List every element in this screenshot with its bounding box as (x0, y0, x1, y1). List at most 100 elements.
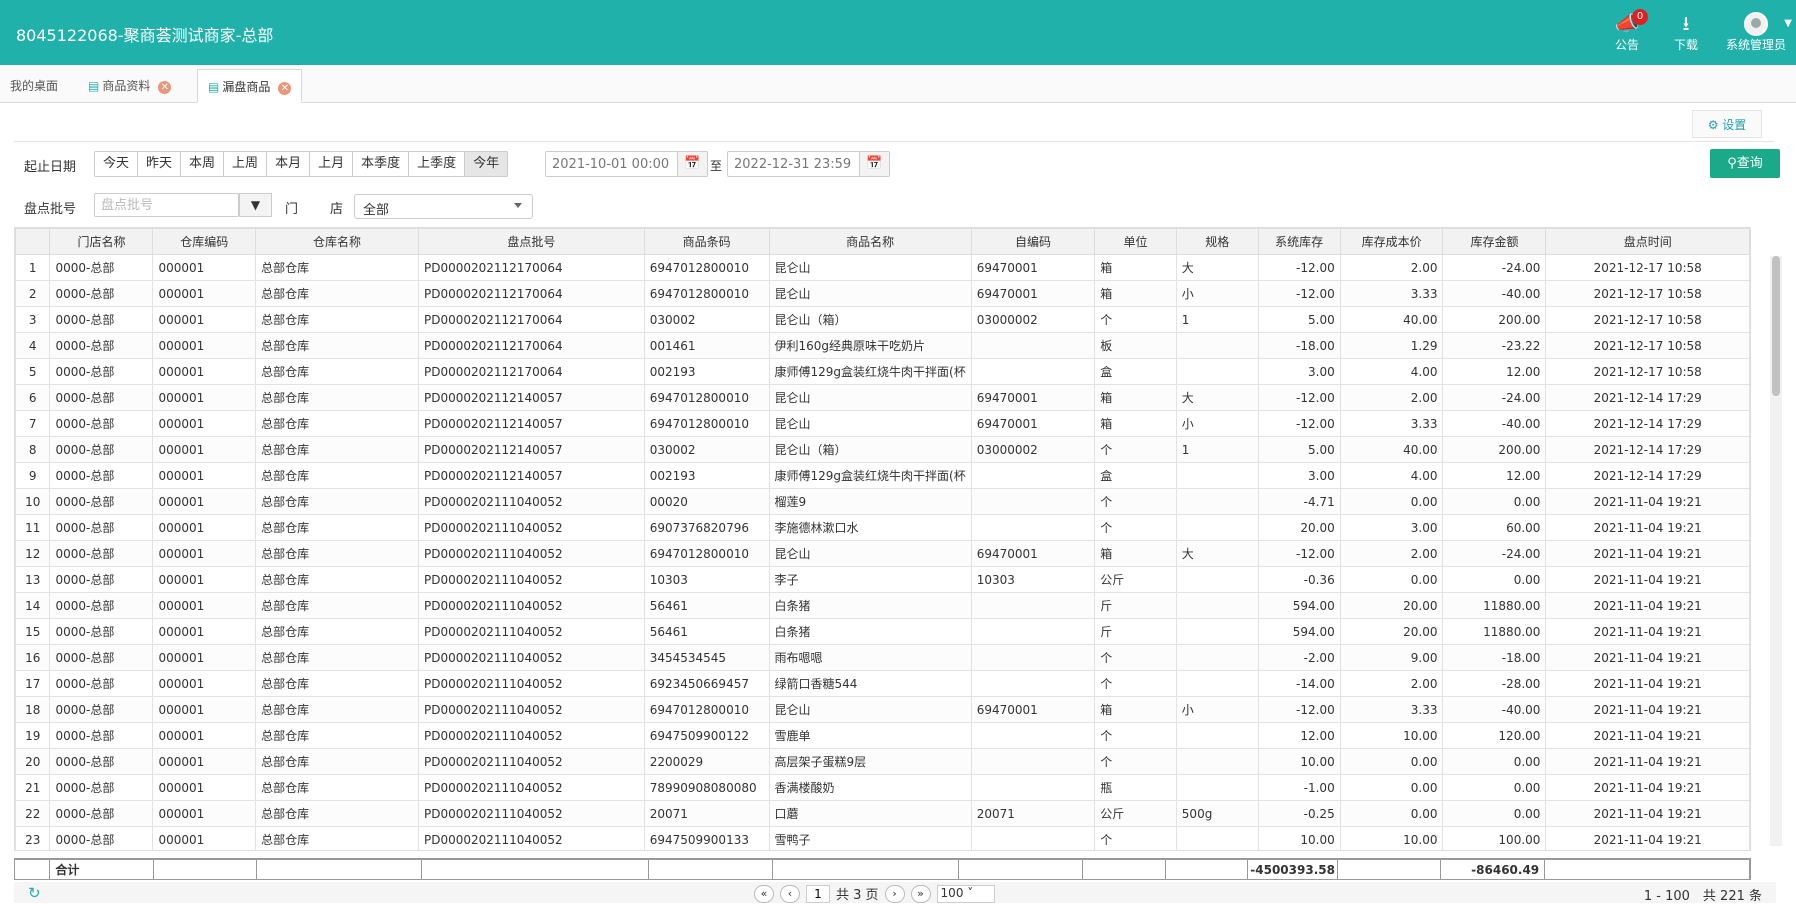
column-header[interactable]: 盘点时间 (1545, 228, 1750, 255)
table-row[interactable]: 9 0000-总部 000001 总部仓库 PD0000202112140057 0021… (15, 462, 1750, 489)
quick-date-this-week[interactable]: 本周 (181, 152, 225, 176)
table-cell: 0000-总部 (49, 280, 154, 307)
table-row[interactable]: 2 0000-总部 000001 总部仓库 PD0000202112170064 6947… (15, 280, 1750, 307)
table-row[interactable]: 22 0000-总部 000001 总部仓库 PD0000202111040052 200… (15, 800, 1750, 827)
column-header[interactable]: 仓库编码 (152, 228, 257, 255)
table-row[interactable]: 3 0000-总部 000001 总部仓库 PD0000202112170064 0300… (15, 306, 1750, 333)
filter-button[interactable]: ▼ (239, 193, 272, 217)
download-button[interactable]: ⭳ 下载 (1659, 10, 1713, 58)
table-row[interactable]: 13 0000-总部 000001 总部仓库 PD0000202111040052 103… (15, 566, 1750, 593)
vertical-scrollbar[interactable] (1770, 256, 1782, 846)
start-date-field[interactable]: 2021-10-01 00:00 📅 (545, 151, 708, 177)
column-header[interactable]: 仓库名称 (255, 228, 419, 255)
table-row[interactable]: 5 0000-总部 000001 总部仓库 PD0000202112170064 0021… (15, 358, 1750, 385)
table-cell: 0000-总部 (49, 540, 154, 567)
quick-date-last-month[interactable]: 上月 (310, 152, 354, 176)
refresh-icon[interactable]: ↻ (28, 884, 41, 902)
tab-desktop[interactable]: 我的桌面 (0, 69, 68, 103)
table-row[interactable]: 12 0000-总部 000001 总部仓库 PD0000202111040052 694… (15, 540, 1750, 567)
quick-date-yesterday[interactable]: 昨天 (138, 152, 182, 176)
table-cell: 盒 (1094, 358, 1177, 385)
table-cell: 000001 (152, 800, 257, 827)
table-row[interactable]: 15 0000-总部 000001 总部仓库 PD0000202111040052 564… (15, 618, 1750, 645)
table-row[interactable]: 11 0000-总部 000001 总部仓库 PD0000202111040052 690… (15, 514, 1750, 541)
quick-date-this-quarter[interactable]: 本季度 (353, 152, 410, 176)
calendar-icon[interactable]: 📅 (677, 152, 707, 176)
table-cell: 56461 (643, 618, 770, 645)
table-row[interactable]: 17 0000-总部 000001 总部仓库 PD0000202111040052 692… (15, 670, 1750, 697)
table-cell: 2021-12-14 17:29 (1545, 384, 1750, 411)
column-header[interactable]: 规格 (1175, 228, 1259, 255)
table-row[interactable]: 23 0000-总部 000001 总部仓库 PD0000202111040052 694… (15, 826, 1750, 850)
table-cell: 3.33 (1339, 410, 1444, 437)
table-cell (970, 826, 1096, 850)
table-cell (970, 358, 1096, 385)
table-row[interactable]: 14 0000-总部 000001 总部仓库 PD0000202111040052 564… (15, 592, 1750, 619)
close-icon[interactable]: ✕ (158, 81, 172, 94)
tab-missed-products[interactable]: ▤ 漏盘商品 ✕ (197, 69, 303, 103)
table-cell: 2021-12-14 17:29 (1545, 410, 1750, 437)
store-select[interactable]: 全部 (354, 194, 533, 219)
table-cell: 69470001 (970, 254, 1096, 281)
quick-date-last-quarter[interactable]: 上季度 (409, 152, 466, 176)
table-row[interactable]: 20 0000-总部 000001 总部仓库 PD0000202111040052 220… (15, 748, 1750, 775)
table-cell: 20071 (643, 800, 770, 827)
table-cell (970, 332, 1096, 359)
table-cell: 69470001 (970, 696, 1096, 723)
table-row[interactable]: 4 0000-总部 000001 总部仓库 PD0000202112170064 0014… (15, 332, 1750, 359)
page-number-input[interactable] (806, 884, 830, 903)
table-row[interactable]: 10 0000-总部 000001 总部仓库 PD0000202111040052 000… (15, 488, 1750, 515)
column-header[interactable]: 自编码 (970, 228, 1096, 255)
column-header[interactable]: 商品条码 (643, 228, 770, 255)
table-row[interactable]: 6 0000-总部 000001 总部仓库 PD0000202112140057 6947… (15, 384, 1750, 411)
next-page-button[interactable]: › (884, 884, 905, 903)
end-date-field[interactable]: 2022-12-31 23:59 📅 (727, 151, 890, 177)
table-cell (1175, 592, 1259, 619)
column-header[interactable]: 商品名称 (768, 228, 972, 255)
table-cell (1175, 670, 1259, 697)
table-cell: 03000002 (970, 306, 1096, 333)
scrollbar-thumb[interactable] (1772, 256, 1780, 396)
quick-date-this-year[interactable]: 今年 (465, 152, 508, 176)
last-page-button[interactable]: » (910, 884, 931, 903)
quick-date-this-month[interactable]: 本月 (267, 152, 311, 176)
page-size-select[interactable]: 100 ˅ (936, 884, 995, 903)
table-cell: 0000-总部 (49, 618, 154, 645)
prev-page-button[interactable]: ‹ (780, 884, 800, 903)
table-cell: -40.00 (1442, 280, 1547, 307)
table-row[interactable]: 1 0000-总部 000001 总部仓库 PD0000202112170064 6947… (15, 254, 1750, 281)
table-row[interactable]: 7 0000-总部 000001 总部仓库 PD0000202112140057 6947… (15, 410, 1750, 437)
query-button[interactable]: ⚲查询 (1710, 149, 1780, 178)
column-header[interactable]: 库存成本价 (1339, 228, 1444, 255)
batch-input[interactable] (94, 193, 239, 217)
user-menu[interactable]: ▼ 系统管理员 (1722, 10, 1792, 58)
column-header[interactable]: 盘点批号 (417, 228, 645, 255)
quick-date-last-week[interactable]: 上周 (224, 152, 268, 176)
table-row[interactable]: 21 0000-总部 000001 总部仓库 PD0000202111040052 789… (15, 774, 1750, 801)
calendar-icon[interactable]: 📅 (859, 152, 889, 176)
column-header[interactable]: 门店名称 (49, 228, 154, 255)
table-cell: 000001 (152, 540, 257, 567)
row-number: 5 (15, 358, 51, 385)
column-header[interactable]: 库存金额 (1442, 228, 1547, 255)
table-row[interactable]: 8 0000-总部 000001 总部仓库 PD0000202112140057 0300… (15, 436, 1750, 463)
quick-date-today[interactable]: 今天 (95, 152, 139, 176)
totals-label: 合计 (49, 860, 154, 879)
table-row[interactable]: 16 0000-总部 000001 总部仓库 PD0000202111040052 345… (15, 644, 1750, 671)
column-header[interactable] (15, 228, 51, 255)
table-row[interactable]: 19 0000-总部 000001 总部仓库 PD0000202111040052 694… (15, 722, 1750, 749)
table-row[interactable]: 18 0000-总部 000001 总部仓库 PD0000202111040052 694… (15, 696, 1750, 723)
tab-product-info[interactable]: ▤ 商品资料 ✕ (78, 69, 181, 103)
table-cell: 总部仓库 (255, 696, 419, 723)
column-header[interactable]: 单位 (1094, 228, 1177, 255)
chevron-down-icon (514, 203, 522, 208)
first-page-button[interactable]: « (754, 884, 774, 903)
settings-button[interactable]: ⚙ 设置 (1692, 110, 1762, 138)
table-cell: PD0000202112140057 (417, 384, 645, 411)
notice-button[interactable]: 📣 0 公告 (1600, 9, 1654, 58)
close-icon[interactable]: ✕ (278, 82, 292, 95)
table-cell: 2021-11-04 19:21 (1545, 826, 1750, 850)
table-cell (970, 722, 1096, 749)
table-cell: 3454534545 (643, 644, 770, 671)
column-header[interactable]: 系统库存 (1257, 228, 1341, 255)
